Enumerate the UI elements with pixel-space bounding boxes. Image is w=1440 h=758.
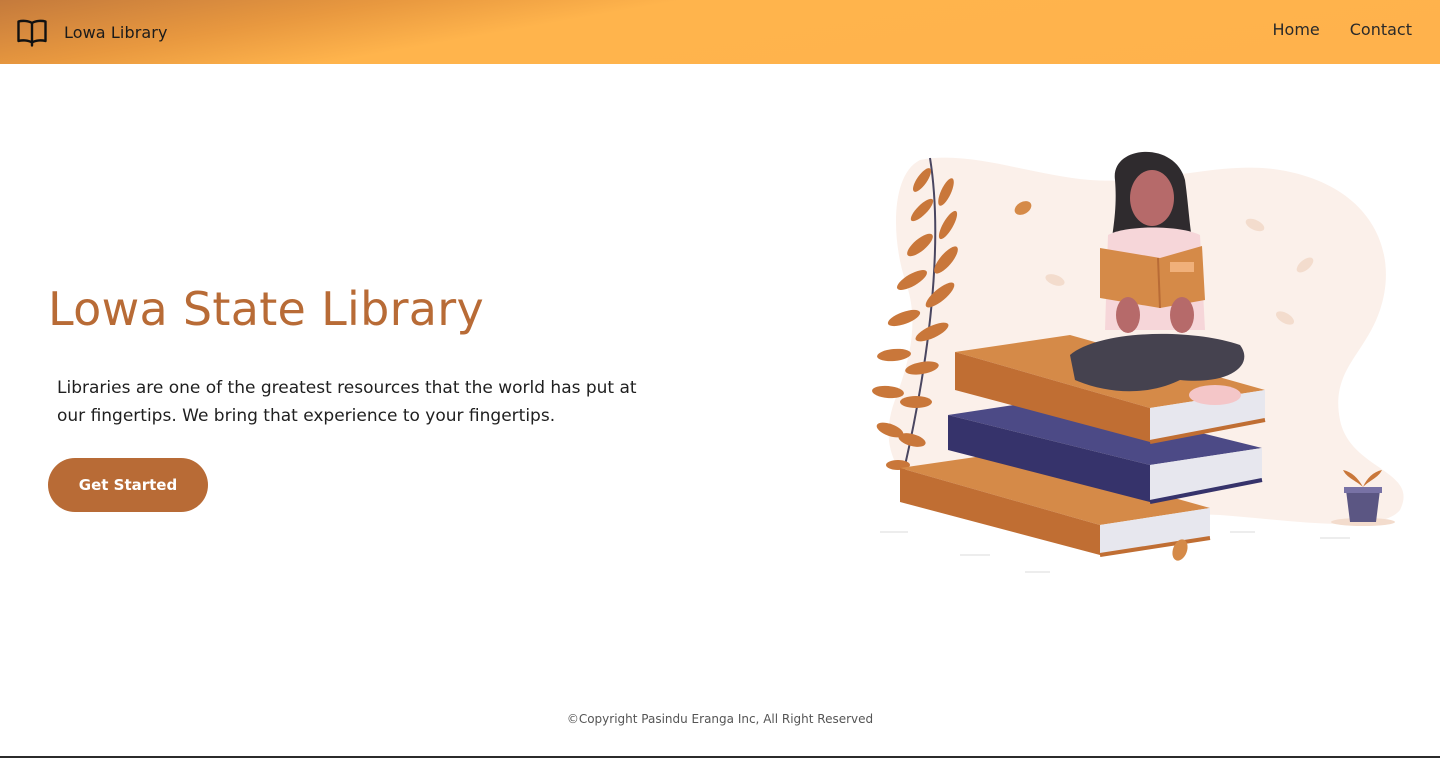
nav-link-home[interactable]: Home	[1273, 20, 1320, 39]
nav-link-contact[interactable]: Contact	[1350, 20, 1412, 39]
footer-copyright: ©Copyright Pasindu Eranga Inc, All Right…	[566, 712, 874, 726]
hero-description: Libraries are one of the greatest resour…	[57, 378, 637, 426]
woman-reading-on-books-illustration	[872, 151, 1404, 573]
open-book-icon	[17, 19, 47, 47]
brand-name: Lowa Library	[64, 22, 168, 42]
hero-title: Lowa State Library	[48, 282, 485, 336]
nav-links: Home Contact	[1273, 20, 1413, 39]
navbar: Lowa Library Home Contact	[0, 0, 1440, 64]
get-started-button[interactable]: Get Started	[48, 458, 208, 512]
brand[interactable]: Lowa Library	[16, 16, 168, 48]
